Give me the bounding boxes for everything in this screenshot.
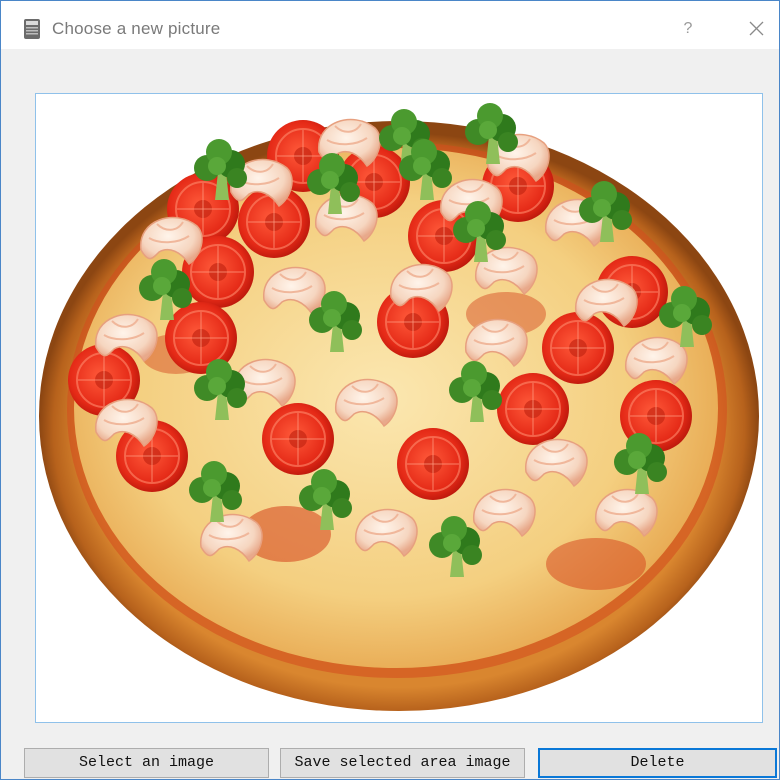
delete-button[interactable]: Delete bbox=[538, 748, 777, 778]
select-image-button[interactable]: Select an image bbox=[24, 748, 269, 778]
image-preview-area[interactable] bbox=[35, 93, 763, 723]
close-icon bbox=[749, 21, 764, 36]
app-icon bbox=[24, 19, 40, 39]
help-button[interactable]: ? bbox=[673, 15, 703, 43]
dialog-window: Choose a new picture ? Select an image S… bbox=[0, 0, 780, 780]
title-bar[interactable]: Choose a new picture ? bbox=[1, 1, 779, 49]
question-mark-icon: ? bbox=[683, 20, 693, 37]
window-title: Choose a new picture bbox=[52, 19, 221, 38]
pizza-image bbox=[36, 94, 762, 722]
close-button[interactable] bbox=[741, 15, 771, 43]
save-selected-area-button[interactable]: Save selected area image bbox=[280, 748, 525, 778]
